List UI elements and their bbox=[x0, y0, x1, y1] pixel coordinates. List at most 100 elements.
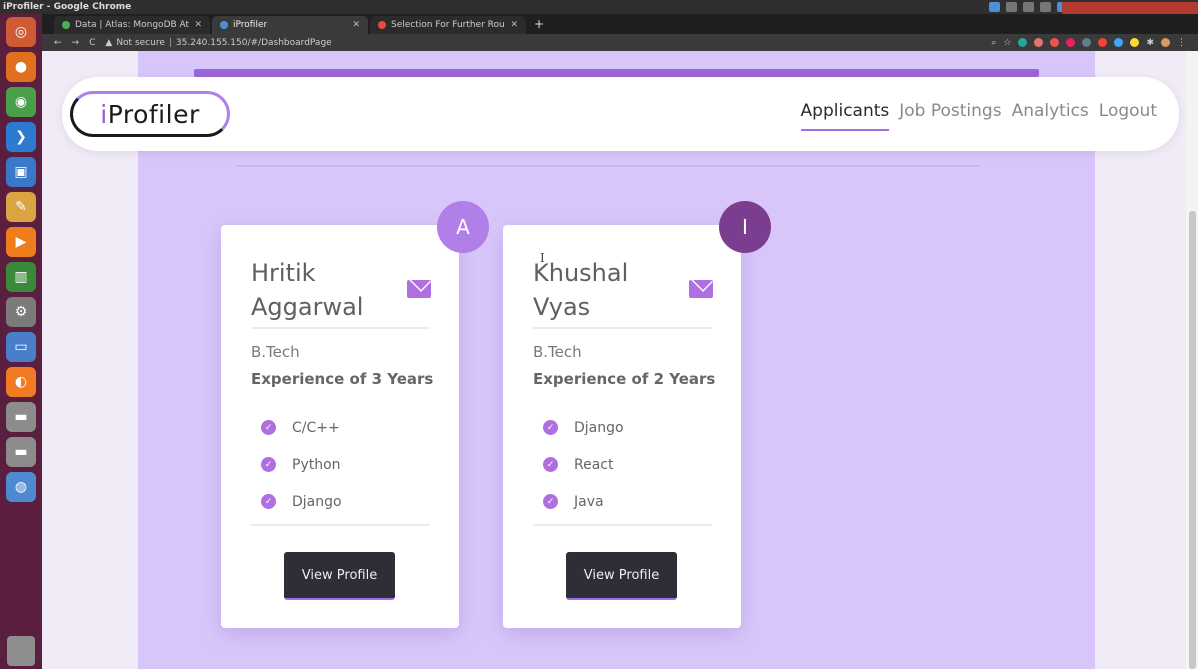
iprofiler-logo[interactable]: i Profiler bbox=[70, 91, 230, 137]
network-icon[interactable]: ◍ bbox=[6, 472, 36, 502]
applicant-last-name: Aggarwal bbox=[251, 293, 364, 322]
browser-toolbar: ← → C ▲ Not secure | 35.240.155.150/#/Da… bbox=[42, 34, 1198, 51]
applicant-name: Khushal Vyas bbox=[533, 256, 683, 324]
text-cursor-icon: I bbox=[540, 251, 545, 265]
nav-link-applicants[interactable]: Applicants bbox=[800, 101, 890, 131]
nav-link-logout[interactable]: Logout bbox=[1099, 101, 1157, 131]
security-label: Not secure bbox=[116, 37, 165, 48]
tray-icon[interactable] bbox=[989, 2, 1000, 12]
extension-icon[interactable] bbox=[1018, 38, 1028, 47]
top-navbar: i Profiler Applicants Job Postings Analyt… bbox=[62, 77, 1179, 151]
text-editor-icon[interactable]: ✎ bbox=[6, 192, 36, 222]
ubuntu-dash-icon[interactable]: ◎ bbox=[6, 17, 36, 47]
applicant-name: Hritik Aggarwal bbox=[251, 256, 401, 324]
nav-links: Applicants Job Postings Analytics Logout bbox=[800, 101, 1157, 131]
skill-label: Java bbox=[574, 493, 604, 510]
skill-item: ✓ Django bbox=[543, 409, 624, 446]
media-player-icon[interactable]: ▶ bbox=[6, 227, 36, 257]
close-tab-icon[interactable]: ✕ bbox=[352, 20, 360, 30]
view-profile-button[interactable]: View Profile bbox=[566, 552, 677, 600]
skills-list: ✓ Django ✓ React ✓ Java bbox=[543, 409, 624, 520]
nav-link-analytics[interactable]: Analytics bbox=[1012, 101, 1089, 131]
favicon-icon bbox=[378, 21, 386, 29]
skill-item: ✓ Django bbox=[261, 483, 342, 520]
back-icon[interactable]: ← bbox=[54, 38, 62, 48]
favicon-icon bbox=[220, 21, 228, 29]
menu-icon[interactable]: ⋮ bbox=[1177, 38, 1186, 48]
header-accent-strip bbox=[194, 69, 1039, 77]
skill-label: C/C++ bbox=[292, 419, 340, 436]
firefox-icon[interactable]: ● bbox=[6, 52, 36, 82]
files-icon[interactable]: ▣ bbox=[6, 157, 36, 187]
zoom-icon[interactable]: ⌕ bbox=[991, 38, 996, 48]
extensions-puzzle-icon[interactable]: ✱ bbox=[1146, 38, 1154, 48]
card-divider bbox=[251, 524, 430, 526]
extension-icon[interactable] bbox=[1034, 38, 1044, 47]
extension-icon[interactable] bbox=[1066, 38, 1076, 47]
applicant-last-name: Vyas bbox=[533, 293, 591, 322]
skill-label: Python bbox=[292, 456, 341, 473]
section-divider bbox=[236, 165, 980, 167]
close-tab-icon[interactable]: ✕ bbox=[510, 20, 518, 30]
mail-icon[interactable] bbox=[407, 280, 431, 298]
new-tab-button[interactable]: + bbox=[534, 17, 544, 34]
recording-indicator bbox=[1062, 2, 1198, 14]
extensions-bar: ⌕ ☆ ✱ ⋮ bbox=[991, 38, 1186, 48]
card-divider bbox=[533, 524, 712, 526]
applicant-degree: B.Tech bbox=[533, 343, 582, 361]
settings-icon[interactable]: ⚙ bbox=[6, 297, 36, 327]
applicant-card: I Khushal Vyas B.Tech Experience of 2 Ye… bbox=[503, 201, 771, 628]
extension-icon[interactable] bbox=[1130, 38, 1140, 47]
skill-item: ✓ C/C++ bbox=[261, 409, 342, 446]
browser-tab[interactable]: Data | Atlas: MongoDB At ✕ bbox=[54, 16, 210, 34]
skill-label: Django bbox=[574, 419, 624, 436]
trash-icon[interactable] bbox=[7, 636, 35, 666]
window-title: iProfiler - Google Chrome bbox=[3, 2, 132, 12]
mail-icon[interactable] bbox=[689, 280, 713, 298]
address-bar[interactable]: ▲ Not secure | 35.240.155.150/#/Dashboar… bbox=[105, 38, 331, 48]
extension-icon[interactable] bbox=[1098, 38, 1108, 47]
scrollbar-thumb[interactable] bbox=[1189, 211, 1196, 669]
check-icon: ✓ bbox=[543, 457, 558, 472]
nav-link-job-postings[interactable]: Job Postings bbox=[899, 101, 1001, 131]
check-icon: ✓ bbox=[543, 420, 558, 435]
vscode-icon[interactable]: ❯ bbox=[6, 122, 36, 152]
applicant-avatar: A bbox=[437, 201, 489, 253]
disk-icon[interactable]: ▬ bbox=[6, 402, 36, 432]
extension-icon[interactable] bbox=[1050, 38, 1060, 47]
presentation-icon[interactable]: ▭ bbox=[6, 332, 36, 362]
check-icon: ✓ bbox=[261, 420, 276, 435]
view-profile-button[interactable]: View Profile bbox=[284, 552, 395, 600]
extension-icon[interactable] bbox=[1114, 38, 1124, 47]
close-tab-icon[interactable]: ✕ bbox=[194, 20, 202, 30]
skill-item: ✓ React bbox=[543, 446, 624, 483]
card-divider bbox=[251, 327, 430, 329]
bookmark-star-icon[interactable]: ☆ bbox=[1003, 38, 1011, 48]
applicant-first-name: Hritik bbox=[251, 259, 316, 287]
check-icon: ✓ bbox=[261, 494, 276, 509]
page-scrollbar[interactable] bbox=[1186, 51, 1198, 669]
tray-icon[interactable] bbox=[1040, 2, 1051, 12]
tray-icon[interactable] bbox=[1006, 2, 1017, 12]
browser-tab[interactable]: iProfiler ✕ bbox=[212, 16, 368, 34]
url-separator: | bbox=[168, 37, 172, 48]
app-launcher: ◎ ● ◉ ❯ ▣ ✎ ▶ ▥ ⚙ ▭ ◐ ▬ ▬ ◍ bbox=[0, 14, 42, 669]
profile-avatar[interactable] bbox=[1161, 38, 1170, 47]
safari-icon[interactable]: ◐ bbox=[6, 367, 36, 397]
logo-prefix: i bbox=[100, 99, 108, 129]
chrome-icon[interactable]: ◉ bbox=[6, 87, 36, 117]
browser-tab[interactable]: Selection For Further Rou ✕ bbox=[370, 16, 526, 34]
charts-icon[interactable]: ▥ bbox=[6, 262, 36, 292]
wifi-icon[interactable] bbox=[1023, 2, 1034, 12]
disk-icon[interactable]: ▬ bbox=[6, 437, 36, 467]
browser-tab-strip: Data | Atlas: MongoDB At ✕ iProfiler ✕ S… bbox=[42, 14, 1198, 34]
extension-icon[interactable] bbox=[1082, 38, 1092, 47]
system-tray[interactable] bbox=[989, 2, 1068, 12]
reload-icon[interactable]: C bbox=[89, 38, 95, 48]
check-icon: ✓ bbox=[543, 494, 558, 509]
tab-label: iProfiler bbox=[233, 20, 268, 30]
skill-item: ✓ Java bbox=[543, 483, 624, 520]
skill-label: Django bbox=[292, 493, 342, 510]
logo-text: Profiler bbox=[107, 99, 200, 129]
forward-icon[interactable]: → bbox=[72, 38, 80, 48]
